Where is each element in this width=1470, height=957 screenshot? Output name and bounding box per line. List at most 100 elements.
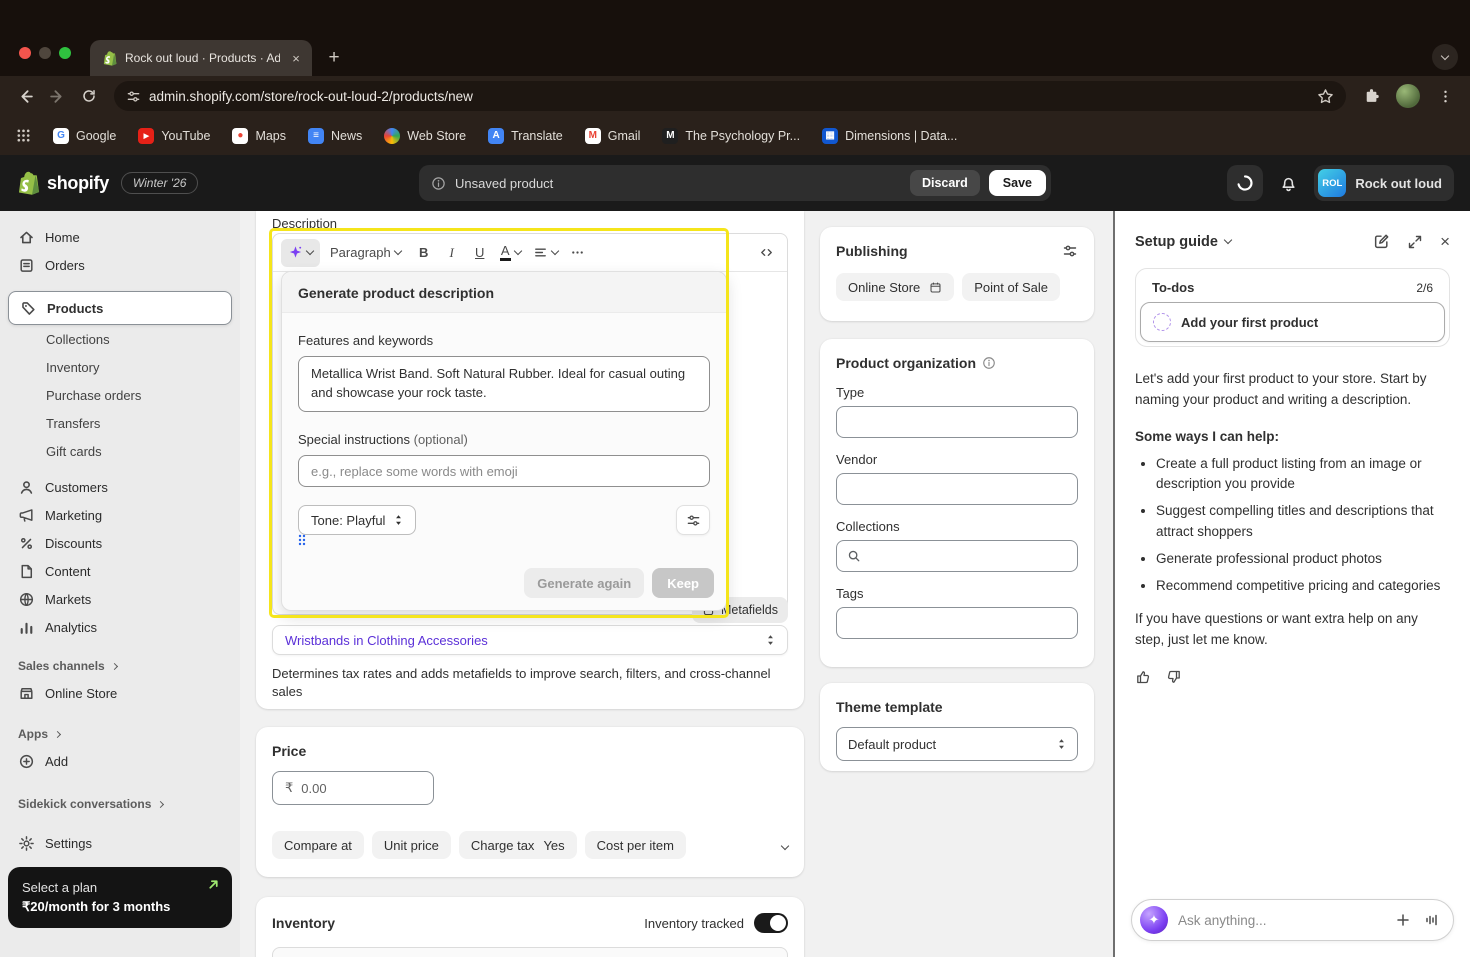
bookmark-gmail[interactable]: M Gmail — [584, 127, 640, 144]
sidebar-item-settings[interactable]: Settings — [8, 829, 232, 857]
features-textarea[interactable]: Metallica Wrist Band. Soft Natural Rubbe… — [298, 356, 710, 412]
bookmark-youtube[interactable]: ▶ YouTube — [138, 127, 210, 144]
ai-magic-button[interactable] — [281, 238, 320, 267]
sidebar-item-discounts[interactable]: Discounts — [8, 529, 232, 557]
minimize-window-button[interactable] — [39, 47, 51, 59]
bold-button[interactable]: B — [411, 239, 437, 267]
notifications-bell-icon[interactable] — [1279, 174, 1298, 193]
sidebar-item-online-store[interactable]: Online Store — [8, 679, 232, 707]
address-bar[interactable]: admin.shopify.com/store/rock-out-loud-2/… — [114, 81, 1346, 111]
apps-grid-icon[interactable] — [16, 128, 31, 143]
ai-settings-button[interactable] — [676, 505, 710, 535]
sidebar-section-sidekick-conversations[interactable]: Sidekick conversations — [8, 791, 232, 817]
browser-menu-icon[interactable] — [1430, 81, 1460, 111]
info-icon[interactable] — [982, 356, 996, 370]
expand-pricing-chevron-icon[interactable] — [780, 836, 790, 854]
extensions-icon[interactable] — [1356, 81, 1386, 111]
thumbs-up-icon[interactable] — [1135, 669, 1151, 685]
todo-add-first-product[interactable]: Add your first product — [1140, 302, 1445, 342]
keep-button[interactable]: Keep — [652, 568, 714, 598]
reload-icon[interactable] — [74, 81, 104, 111]
sidebar-item-inventory[interactable]: Inventory — [8, 353, 232, 381]
forward-icon[interactable] — [42, 81, 72, 111]
sidekick-button[interactable] — [1227, 165, 1264, 201]
profile-avatar[interactable] — [1396, 84, 1420, 108]
price-input[interactable]: ₹ 0.00 — [272, 771, 434, 805]
charge-tax-button[interactable]: Charge tax Yes — [458, 831, 577, 859]
more-formatting-button[interactable] — [565, 239, 591, 267]
voice-waveform-icon[interactable] — [1424, 912, 1440, 928]
sidebar-item-transfers[interactable]: Transfers — [8, 409, 232, 437]
sidebar-item-content[interactable]: Content — [8, 557, 232, 585]
bookmark-google[interactable]: G Google — [53, 127, 116, 144]
winter-badge[interactable]: Winter '26 — [120, 172, 199, 194]
sidebar-item-gift-cards[interactable]: Gift cards — [8, 437, 232, 465]
bookmark-translate[interactable]: A Translate — [488, 127, 563, 144]
paragraph-style-button[interactable]: Paragraph — [322, 239, 409, 267]
instructions-input[interactable]: e.g., replace some words with emoji — [298, 455, 710, 487]
collections-search-input[interactable] — [836, 540, 1078, 572]
type-input[interactable] — [836, 406, 1078, 438]
vendor-input[interactable] — [836, 473, 1078, 505]
manage-channels-icon[interactable] — [1062, 243, 1078, 259]
category-select[interactable]: Wristbands in Clothing Accessories — [272, 625, 788, 655]
sidebar-item-orders[interactable]: Orders — [8, 251, 232, 279]
theme-template-select[interactable]: Default product — [836, 727, 1078, 761]
text-color-button[interactable]: A — [495, 239, 526, 267]
inventory-tracked-toggle[interactable] — [754, 913, 788, 933]
underline-button[interactable]: U — [467, 239, 493, 267]
site-settings-icon[interactable] — [126, 89, 141, 104]
point-of-sale-channel-button[interactable]: Point of Sale — [962, 273, 1060, 301]
chevron-down-icon[interactable] — [1223, 235, 1233, 245]
zoom-window-button[interactable] — [59, 47, 71, 59]
save-button[interactable]: Save — [988, 170, 1046, 196]
discard-button[interactable]: Discard — [909, 170, 980, 196]
compare-at-button[interactable]: Compare at — [272, 831, 364, 859]
generate-again-button[interactable]: Generate again — [524, 568, 645, 598]
bookmark-dimensions[interactable]: ▦ Dimensions | Data... — [822, 127, 957, 144]
sidebar-section-sales-channels[interactable]: Sales channels — [8, 653, 232, 679]
sidebar-item-products[interactable]: Products — [8, 291, 232, 325]
shopify-logo[interactable]: shopify — [16, 170, 109, 197]
online-store-channel-button[interactable]: Online Store — [836, 273, 955, 301]
alignment-button[interactable] — [528, 239, 563, 267]
inventory-field[interactable] — [272, 947, 788, 957]
sidebar-section-apps[interactable]: Apps — [8, 721, 232, 747]
bookmark-psychology[interactable]: M The Psychology Pr... — [662, 127, 800, 144]
store-menu[interactable]: ROL Rock out loud — [1314, 165, 1454, 201]
attach-plus-icon[interactable] — [1395, 912, 1411, 928]
expand-panel-icon[interactable] — [1407, 234, 1423, 250]
tab-close-icon[interactable]: × — [288, 51, 304, 66]
topbar-status-bar[interactable]: Unsaved product Discard Save — [419, 165, 1051, 201]
url-text[interactable]: admin.shopify.com/store/rock-out-loud-2/… — [149, 89, 1309, 104]
sidebar-item-customers[interactable]: Customers — [8, 473, 232, 501]
tags-input[interactable] — [836, 607, 1078, 639]
browser-tab[interactable]: Rock out loud · Products · Ad × — [90, 40, 312, 76]
select-plan-card[interactable]: Select a plan ₹20/month for 3 months — [8, 867, 232, 928]
sidebar-item-collections[interactable]: Collections — [8, 325, 232, 353]
sidebar-item-marketing[interactable]: Marketing — [8, 501, 232, 529]
italic-button[interactable]: I — [439, 239, 465, 267]
sidebar-item-analytics[interactable]: Analytics — [8, 613, 232, 641]
new-tab-button[interactable]: + — [320, 44, 348, 72]
code-view-button[interactable] — [753, 239, 779, 267]
bookmark-news[interactable]: ≡ News — [308, 127, 362, 144]
back-icon[interactable] — [10, 81, 40, 111]
sidebar-item-purchase-orders[interactable]: Purchase orders — [8, 381, 232, 409]
bookmark-star-icon[interactable] — [1317, 88, 1334, 105]
tone-select[interactable]: Tone: Playful — [298, 505, 417, 535]
bookmark-maps[interactable]: ● Maps — [232, 127, 286, 144]
close-panel-icon[interactable]: × — [1440, 233, 1450, 250]
sidebar-item-add-app[interactable]: Add — [8, 747, 232, 775]
sidebar-item-markets[interactable]: Markets — [8, 585, 232, 613]
unit-price-button[interactable]: Unit price — [371, 831, 451, 859]
sidekick-chat-input[interactable]: ✦ Ask anything... — [1131, 899, 1454, 941]
new-conversation-icon[interactable] — [1373, 233, 1390, 250]
close-window-button[interactable] — [19, 47, 31, 59]
thumbs-down-icon[interactable] — [1166, 669, 1182, 685]
bookmark-web-store[interactable]: Web Store — [384, 127, 466, 144]
sidebar-item-home[interactable]: Home — [8, 223, 232, 251]
cost-per-item-button[interactable]: Cost per item — [584, 831, 686, 859]
drag-handle-icon[interactable] — [298, 534, 306, 546]
tab-search-chevron-icon[interactable] — [1432, 44, 1458, 70]
